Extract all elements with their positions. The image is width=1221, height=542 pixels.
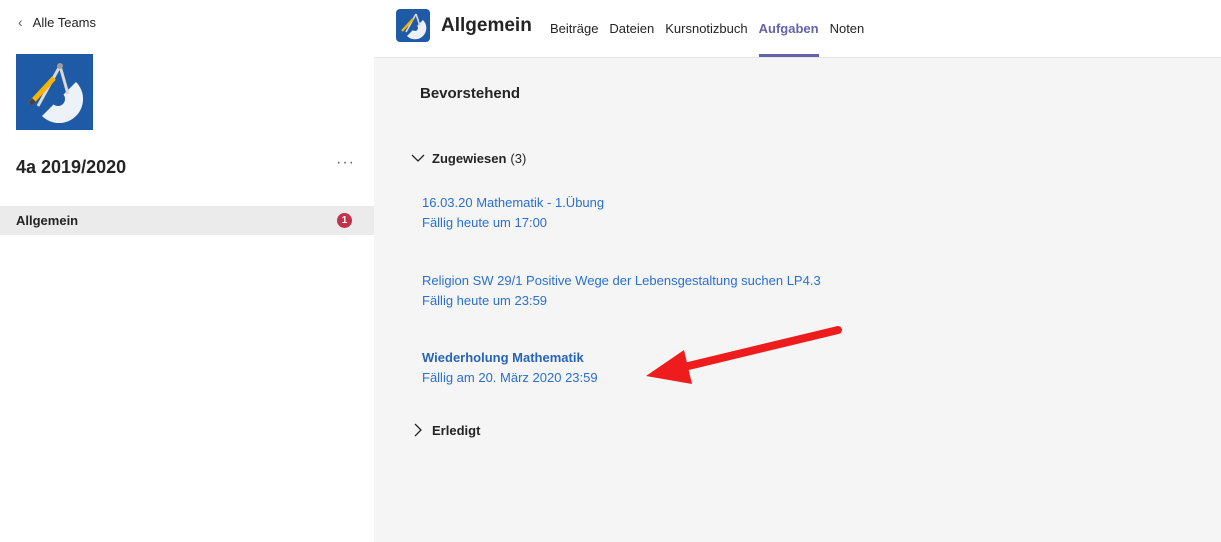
assignment-due: Fällig heute um 17:00	[422, 215, 548, 230]
tab-dateien[interactable]: Dateien	[609, 0, 654, 57]
group-assigned-label: Zugewiesen	[432, 150, 507, 166]
group-done-label: Erledigt	[432, 422, 481, 438]
chevron-right-icon	[410, 422, 426, 438]
tab-kursnotizbuch[interactable]: Kursnotizbuch	[665, 0, 747, 57]
channel-header: Allgemein Beiträge Dateien Kursnotizbuch…	[374, 0, 1221, 58]
chevron-left-icon: ‹	[18, 14, 23, 30]
chevron-down-icon	[410, 150, 426, 166]
tab-bar: Beiträge Dateien Kursnotizbuch Aufgaben …	[550, 0, 875, 57]
tab-beitraege[interactable]: Beiträge	[550, 0, 598, 57]
channel-label: Allgemein	[16, 213, 79, 228]
channel-item-allgemein[interactable]: Allgemein 1	[0, 206, 374, 235]
main-area: Allgemein Beiträge Dateien Kursnotizbuch…	[374, 0, 1221, 542]
assignment-item[interactable]: 16.03.20 Mathematik - 1.Übung Fällig heu…	[422, 194, 604, 232]
assignment-item[interactable]: Religion SW 29/1 Positive Wege der Leben…	[422, 272, 821, 310]
team-name: 4a 2019/2020	[16, 157, 127, 177]
assignment-title: Religion SW 29/1 Positive Wege der Leben…	[422, 273, 821, 288]
assignment-due: Fällig am 20. März 2020 23:59	[422, 370, 598, 385]
section-title: Bevorstehend	[420, 85, 521, 102]
group-done-toggle[interactable]: Erledigt	[410, 422, 480, 438]
more-options-icon[interactable]: ···	[336, 154, 355, 172]
notification-badge: 1	[337, 213, 352, 228]
assignment-title: Wiederholung Mathematik	[422, 350, 584, 365]
assignment-item[interactable]: Wiederholung Mathematik Fällig am 20. Mä…	[422, 349, 598, 387]
group-assigned-count: (3)	[510, 150, 527, 166]
tab-noten[interactable]: Noten	[830, 0, 865, 57]
team-logo	[16, 54, 93, 130]
channel-logo-icon	[396, 9, 430, 42]
channel-title: Allgemein	[441, 15, 532, 36]
group-assigned-toggle[interactable]: Zugewiesen (3)	[410, 150, 526, 166]
team-pane: ‹ Alle Teams 4a 2019/2020 ··· Allgemein …	[0, 0, 374, 542]
assignment-title: 16.03.20 Mathematik - 1.Übung	[422, 195, 605, 210]
back-link-label: Alle Teams	[32, 14, 97, 30]
tab-aufgaben[interactable]: Aufgaben	[758, 0, 819, 57]
assignment-due: Fällig heute um 23:59	[422, 293, 548, 308]
back-to-all-teams-link[interactable]: ‹ Alle Teams	[18, 14, 96, 30]
